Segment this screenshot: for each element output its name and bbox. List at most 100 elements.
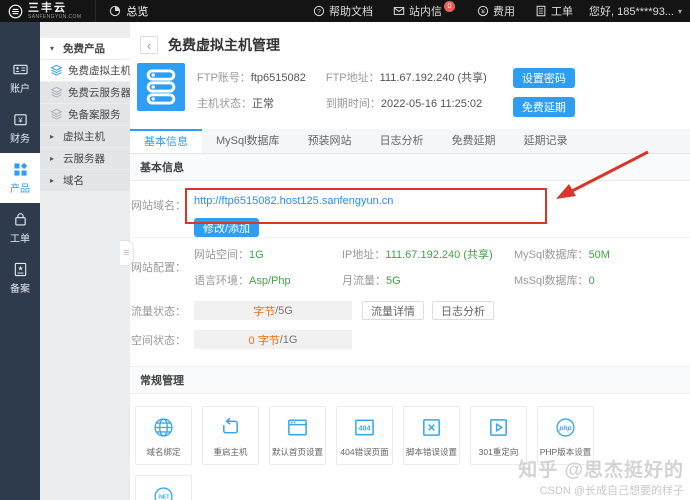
manage-card-label: 域名绑定	[146, 446, 180, 458]
sidebar-collapse-handle[interactable]: ☰	[120, 240, 134, 266]
sidebar-item-free-cloud-server[interactable]: 免费云服务器	[40, 82, 130, 103]
pie-chart-icon	[109, 5, 121, 17]
manage-card-script-error[interactable]: 脚本错误设置	[403, 406, 460, 465]
host-summary-panel: FTP账号：ftp6515082 FTP地址：111.67.192.240 (共…	[137, 63, 690, 117]
manage-card-php-version[interactable]: php PHP版本设置	[537, 406, 594, 465]
sidebar-item-free-virtual-host[interactable]: 免费虚拟主机	[40, 60, 130, 81]
bag-icon	[13, 212, 28, 227]
config-item: MySql数据库：50M	[514, 246, 610, 262]
redirect-icon	[487, 416, 510, 439]
rail-item-finance[interactable]: ¥财务	[0, 103, 40, 153]
tab-mysql[interactable]: MySql数据库	[202, 129, 294, 153]
layers-icon	[50, 64, 63, 77]
tab-free-renew[interactable]: 免费延期	[438, 129, 510, 153]
browser-icon	[286, 416, 309, 439]
topbar: 三丰云 SANFENGYUN.COM 总览 ? 帮助文档 站内信 0 ¥费用 工单…	[0, 0, 690, 22]
chevron-down-icon: ▾	[678, 7, 682, 16]
log-analysis-button[interactable]: 日志分析	[432, 301, 494, 320]
overview-label: 总览	[126, 3, 148, 19]
globe-icon	[152, 416, 175, 439]
manage-card-redirect-301[interactable]: 301重定向	[470, 406, 527, 465]
summary-grid: FTP账号：ftp6515082 FTP地址：111.67.192.240 (共…	[197, 63, 487, 117]
caret-icon: ▾	[50, 44, 58, 53]
topbar-right: ? 帮助文档 站内信 0 ¥费用 工单	[313, 3, 573, 19]
rail-item-products[interactable]: 产品	[0, 153, 40, 203]
domain-row: 网站域名： http://ftp6515082.host125.sanfengy…	[130, 181, 690, 237]
page-head: ‹ 免费虚拟主机管理	[130, 22, 690, 59]
sidebar: ▾ 免费产品 免费虚拟主机 免费云服务器 免备案服务 ▸ 虚拟主机 ▸ 云服务器…	[40, 22, 130, 500]
grip-icon: ☰	[123, 249, 129, 257]
space-row: 空间状态： 0 字节/1G	[130, 325, 690, 354]
topnav-tickets[interactable]: 工单	[535, 3, 573, 19]
topnav-label: 帮助文档	[329, 3, 373, 19]
traffic-detail-button[interactable]: 流量详情	[362, 301, 424, 320]
sanfengyun-logo-icon	[8, 4, 23, 19]
domain-label: 网站域名：	[130, 183, 186, 237]
back-button[interactable]: ‹	[140, 36, 158, 54]
logo-title: 三丰云	[28, 3, 81, 14]
svg-text:¥: ¥	[481, 9, 485, 16]
caret-icon: ▸	[50, 132, 58, 141]
topnav-billing[interactable]: ¥费用	[477, 3, 515, 19]
sidebar-item-virtual-host[interactable]: ▸ 虚拟主机	[40, 126, 130, 147]
user-menu[interactable]: 您好, 185****93... ▾	[589, 3, 690, 19]
tabbar: 基本信息 MySql数据库 预装网站 日志分析 免费延期 延期记录	[130, 129, 690, 154]
modify-add-button[interactable]: 修改/添加	[194, 218, 259, 237]
topnav-help-docs[interactable]: ? 帮助文档	[313, 3, 373, 19]
body: 账户 ¥财务 产品 工单 ★备案 ▾ 免费产品 免费虚拟主机 免费云服务器 免备…	[0, 22, 690, 500]
site-domain-link[interactable]: http://ftp6515082.host125.sanfengyun.cn	[194, 195, 393, 207]
doc-icon	[535, 5, 547, 17]
manage-card-label: 默认首页设置	[272, 446, 323, 458]
sidebar-item-domains[interactable]: ▸ 域名	[40, 170, 130, 191]
err404-icon: 404	[353, 416, 376, 439]
manage-card-domain-bind[interactable]: 域名绑定	[135, 406, 192, 465]
unread-badge: 0	[444, 1, 455, 12]
manage-card-restart-host[interactable]: 重启主机	[202, 406, 259, 465]
caret-icon: ▸	[50, 176, 58, 185]
summary-buttons: 设置密码 免费延期	[513, 63, 575, 117]
sidebar-item-free-products[interactable]: ▾ 免费产品	[40, 38, 130, 59]
manage-card-error-404[interactable]: 404404错误页面	[336, 406, 393, 465]
svg-text:.NET: .NET	[158, 494, 171, 500]
manage-card-dotnet-version[interactable]: .NET.NET版本设置	[135, 475, 192, 500]
left-rail: 账户 ¥财务 产品 工单 ★备案	[0, 22, 40, 500]
traffic-buttons: 流量详情 日志分析	[362, 301, 494, 320]
space-label: 空间状态：	[130, 332, 186, 348]
tab-preinstalled[interactable]: 预装网站	[294, 129, 366, 153]
rail-item-account[interactable]: 账户	[0, 53, 40, 103]
tab-renew-history[interactable]: 延期记录	[510, 129, 582, 153]
manage-card-default-index[interactable]: 默认首页设置	[269, 406, 326, 465]
svg-text:?: ?	[317, 9, 321, 16]
php-icon: php	[554, 416, 577, 439]
page-title: 免费虚拟主机管理	[168, 35, 280, 55]
logo-text: 三丰云 SANFENGYUN.COM	[28, 3, 81, 20]
restart-icon	[219, 416, 242, 439]
manage-card-label: PHP版本设置	[540, 446, 591, 458]
set-password-button[interactable]: 设置密码	[513, 68, 575, 88]
topnav-messages[interactable]: 站内信 0	[393, 3, 457, 19]
manage-card-label: 重启主机	[213, 446, 247, 458]
logo[interactable]: 三丰云 SANFENGYUN.COM	[0, 0, 96, 22]
svg-text:★: ★	[17, 265, 23, 272]
yuan-icon: ¥	[477, 5, 489, 17]
errx-icon	[420, 416, 443, 439]
rail-item-label: 产品	[10, 180, 30, 195]
free-renew-button[interactable]: 免费延期	[513, 97, 575, 117]
sidebar-item-free-beian[interactable]: 免备案服务	[40, 104, 130, 125]
tab-log-analysis[interactable]: 日志分析	[366, 129, 438, 153]
rail-item-label: 财务	[10, 130, 30, 145]
grid-icon	[13, 162, 28, 177]
rail-item-label: 账户	[10, 80, 30, 95]
tab-basic-info[interactable]: 基本信息	[130, 129, 202, 153]
sidebar-item-label: 免费产品	[63, 41, 105, 56]
rail-item-beian[interactable]: ★备案	[0, 253, 40, 303]
topnav-overview[interactable]: 总览	[109, 3, 148, 19]
ftp-account: FTP账号：ftp6515082	[197, 69, 306, 85]
config-label: 网站配置：	[130, 259, 186, 275]
manage-card-label: 脚本错误设置	[406, 446, 457, 458]
svg-text:php: php	[558, 425, 571, 432]
rail-item-tickets[interactable]: 工单	[0, 203, 40, 253]
layers-icon	[50, 108, 63, 121]
sidebar-item-cloud-server[interactable]: ▸ 云服务器	[40, 148, 130, 169]
ftp-address: FTP地址：111.67.192.240 (共享)	[326, 69, 487, 85]
